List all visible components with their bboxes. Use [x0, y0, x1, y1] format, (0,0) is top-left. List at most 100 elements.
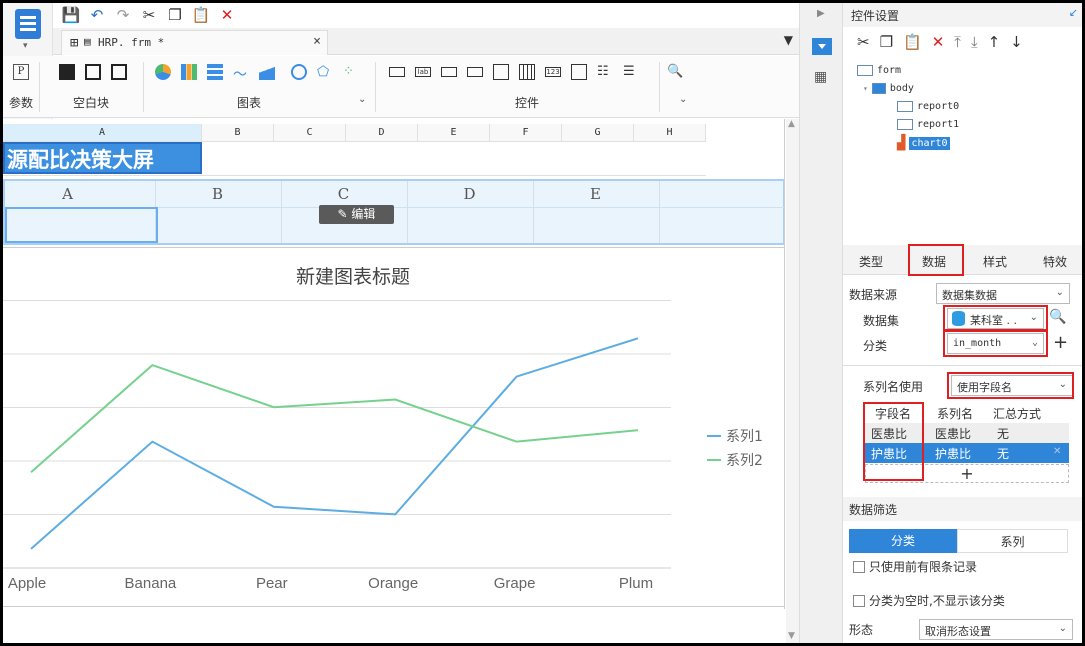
column-header[interactable]: B — [202, 124, 274, 141]
move-down-icon[interactable]: ↓ — [1010, 33, 1023, 51]
series-name-label: 系列名使用 — [863, 380, 924, 394]
chevron-right-icon[interactable]: ▶ — [817, 8, 825, 19]
save-icon[interactable]: 💾 — [62, 6, 81, 24]
ribbon-group-widgets: 控件 — [515, 96, 540, 110]
row-summary: 无 — [997, 447, 1010, 461]
parameter-icon[interactable]: P — [13, 64, 29, 80]
column-header[interactable]: C — [274, 124, 346, 141]
form-select[interactable]: 取消形态设置 ⌄ — [919, 619, 1073, 640]
tab-type[interactable]: 类型 — [859, 253, 883, 270]
tree-node-body[interactable]: ▾ body — [863, 83, 914, 94]
layout-icon[interactable]: ▦ — [814, 69, 830, 85]
tree-node-report1[interactable]: report1 — [897, 119, 959, 130]
label-widget-icon[interactable]: lab — [415, 67, 431, 77]
move-top-icon[interactable]: ⤒ — [954, 33, 961, 51]
selected-report-cell[interactable] — [5, 207, 158, 243]
redo-icon[interactable]: ↷ — [114, 6, 132, 24]
tab-style[interactable]: 样式 — [983, 253, 1007, 270]
highlight-box — [947, 372, 1074, 399]
x-tick-label: Banana — [125, 575, 177, 592]
textbox-widget-icon[interactable] — [441, 67, 457, 77]
edit-button[interactable]: ✎ 编辑 — [319, 205, 394, 224]
pie-chart-icon[interactable] — [155, 64, 171, 80]
widget-settings-icon[interactable] — [812, 38, 832, 55]
block-solid-icon[interactable] — [59, 64, 75, 80]
row-series: 护患比 — [935, 447, 972, 461]
panel-toolbar: ✂ ❐ 📋 ✕ ⤒ ⤓ ↑ ↓ — [857, 33, 1023, 51]
filter-section-title: 数据筛选 — [843, 497, 1082, 521]
filter-category-tab[interactable]: 分类 — [849, 529, 957, 553]
chevron-down-icon[interactable]: ⌄ — [679, 94, 687, 105]
checkbox-group-icon[interactable]: ☰ — [623, 64, 639, 80]
chevron-down-icon[interactable]: ⌄ — [358, 94, 366, 105]
x-tick-label: Plum — [619, 575, 653, 592]
form-label: 形态 — [849, 623, 874, 637]
close-icon[interactable]: × — [313, 34, 321, 49]
filter-series-tab[interactable]: 系列 — [957, 529, 1068, 553]
area-chart-icon[interactable] — [259, 64, 275, 80]
copy-icon[interactable]: ❐ — [880, 33, 893, 51]
search-icon[interactable]: 🔍 — [1049, 309, 1066, 325]
table-header-summary: 汇总方式 — [993, 407, 1042, 421]
move-bottom-icon[interactable]: ⤓ — [971, 33, 978, 51]
title-cell[interactable]: 源配比决策大屏 — [3, 142, 202, 174]
paste-icon[interactable]: 📋 — [192, 6, 211, 24]
search-widget-icon[interactable]: 🔍 — [667, 64, 683, 80]
tab-menu-icon[interactable]: ▼ — [784, 33, 793, 47]
button-widget-icon[interactable] — [389, 67, 405, 77]
move-up-icon[interactable]: ↑ — [988, 33, 1001, 51]
category-label: 分类 — [863, 339, 888, 353]
column-header[interactable]: E — [418, 124, 490, 141]
date-widget-icon[interactable] — [519, 64, 535, 80]
data-source-select[interactable]: 数据集数据 ⌄ — [936, 283, 1070, 304]
delete-icon[interactable]: ✕ — [218, 6, 236, 24]
number-widget-icon[interactable]: 123 — [545, 67, 561, 77]
undo-icon[interactable]: ↶ — [88, 6, 106, 24]
series-line-系列2 — [30, 363, 639, 474]
column-header[interactable]: D — [346, 124, 418, 141]
column-header[interactable]: F — [490, 124, 562, 141]
column-header[interactable]: A — [3, 124, 202, 141]
tree-node-report0[interactable]: report0 — [897, 101, 959, 112]
block-grid-icon[interactable] — [111, 64, 127, 80]
tree-node-chart0[interactable]: ▟ chart0 — [897, 135, 950, 151]
remove-icon[interactable]: ✕ — [1053, 446, 1061, 457]
line-chart[interactable]: Apple Banana Pear Orange Grape Plum 系列1 系列2 新建… — [3, 247, 784, 607]
report-block[interactable]: A B C D E ✎ 编辑 — [3, 179, 784, 245]
chevron-down-icon[interactable]: ▾ — [23, 41, 28, 51]
block-split-icon[interactable] — [85, 64, 101, 80]
combo-widget-icon[interactable] — [467, 67, 483, 77]
radar-chart-icon[interactable]: ⬠ — [317, 64, 333, 80]
horizontal-bar-icon[interactable] — [207, 64, 223, 80]
copy-icon[interactable]: ❐ — [166, 6, 184, 24]
add-icon[interactable]: + — [1053, 332, 1068, 353]
textarea-widget-icon[interactable] — [571, 64, 587, 80]
collapse-icon[interactable]: ↙ — [1069, 6, 1078, 19]
hide-empty-category-checkbox[interactable]: 分类为空时,不显示该分类 — [853, 592, 1005, 609]
radio-group-icon[interactable]: ☷ — [597, 64, 613, 80]
column-header[interactable]: H — [634, 124, 706, 141]
legend-label: 系列1 — [726, 429, 763, 445]
list-widget-icon[interactable] — [493, 64, 509, 80]
scatter-chart-icon[interactable]: ⁘ — [343, 64, 359, 80]
delete-icon[interactable]: ✕ — [932, 33, 945, 51]
gauge-chart-icon[interactable] — [291, 64, 307, 80]
cut-icon[interactable]: ✂ — [140, 6, 158, 24]
app-logo-icon[interactable] — [15, 9, 41, 39]
widget-settings-panel: 控件设置 ↙ ✂ ❐ 📋 ✕ ⤒ ⤓ ↑ ↓ form ▾ body report… — [843, 3, 1082, 643]
tab-effects[interactable]: 特效 — [1043, 253, 1067, 270]
bar-chart-icon[interactable] — [181, 64, 197, 80]
data-source-label: 数据来源 — [849, 288, 898, 302]
row-summary: 无 — [997, 427, 1010, 441]
cut-icon[interactable]: ✂ — [857, 33, 870, 51]
x-tick-label: Orange — [368, 575, 418, 592]
vertical-scrollbar[interactable]: ▲ ▼ — [786, 119, 799, 646]
tab-hrp-frm[interactable]: ⊞ ▤ HRP. frm * × — [61, 30, 328, 55]
paste-icon[interactable]: 📋 — [903, 33, 922, 51]
line-chart-icon[interactable]: 〜 — [233, 64, 249, 83]
table-header-series: 系列名 — [937, 407, 974, 421]
report-column-header: D — [463, 185, 476, 203]
tree-node-form[interactable]: form — [857, 65, 901, 76]
limit-records-checkbox[interactable]: 只使用前有限条记录 — [853, 558, 977, 575]
column-header[interactable]: G — [562, 124, 634, 141]
